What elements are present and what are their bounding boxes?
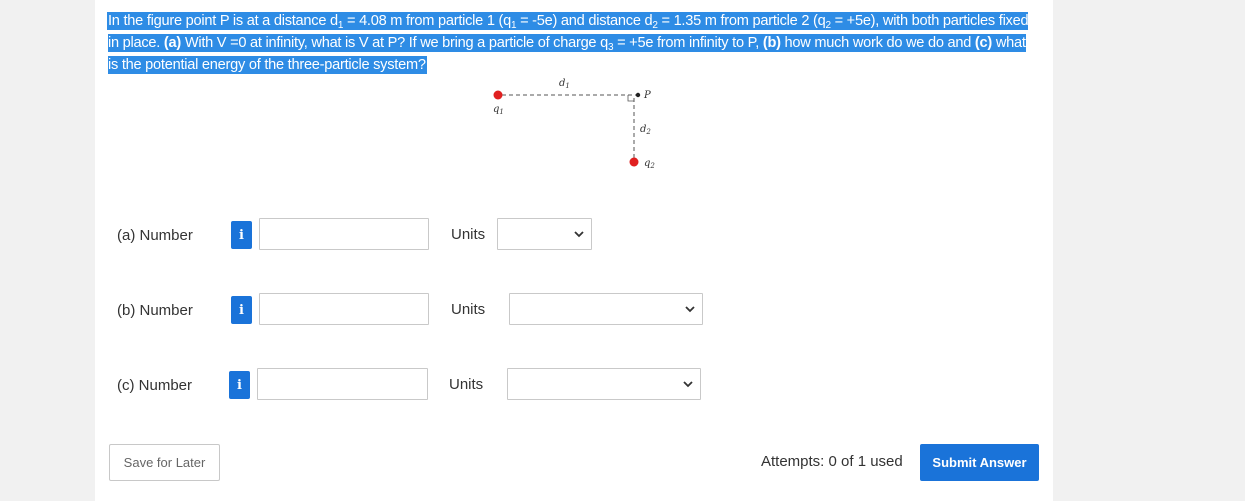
question-subscript: 1 bbox=[337, 20, 344, 31]
part-c-units-select[interactable] bbox=[507, 368, 701, 400]
question-subscript: 3 bbox=[607, 42, 614, 53]
part-b-number-input[interactable] bbox=[259, 293, 429, 325]
part-c-units-label: Units bbox=[449, 376, 484, 393]
question-segment: = 4.08 m from particle 1 (q bbox=[343, 13, 511, 29]
d2-label: d2 bbox=[640, 124, 651, 136]
chevron-down-icon bbox=[574, 231, 584, 238]
question-segment: In the figure point P is at a distance d bbox=[108, 13, 338, 29]
d1-label: d1 bbox=[559, 78, 570, 90]
part-a-number-input[interactable] bbox=[259, 218, 429, 250]
submit-answer-button[interactable]: Submit Answer bbox=[920, 444, 1039, 481]
question-text: In the figure point P is at a distance d… bbox=[108, 11, 1033, 76]
point-p bbox=[635, 92, 641, 98]
p-label: P bbox=[643, 90, 651, 101]
chevron-down-icon bbox=[683, 381, 693, 388]
question-segment: = +5e from infinity to P, bbox=[613, 35, 763, 51]
attempts-counter: Attempts: 0 of 1 used bbox=[761, 453, 903, 470]
physics-figure: d1 P q1 d2 q2 bbox=[493, 78, 655, 170]
question-subscript: 2 bbox=[652, 20, 658, 31]
part-b-label: (b) Number bbox=[117, 302, 193, 319]
part-c-number-input[interactable] bbox=[257, 368, 428, 400]
q1-label: q1 bbox=[493, 104, 504, 116]
question-segment: = 1.35 m from particle 2 (q bbox=[657, 13, 826, 29]
question-segment: = -5e) and distance d bbox=[516, 13, 653, 29]
question-segment: With V =0 at infinity, what is V at P? I… bbox=[181, 35, 608, 51]
question-segment: (c) bbox=[974, 35, 993, 51]
part-b-units-select[interactable] bbox=[509, 293, 703, 325]
question-segment: (b) bbox=[762, 35, 781, 51]
part-a-label: (a) Number bbox=[117, 227, 193, 244]
info-icon[interactable]: i bbox=[231, 296, 252, 324]
part-c-label: (c) Number bbox=[117, 377, 193, 394]
question-subscript: 1 bbox=[510, 20, 517, 31]
question-subscript: 2 bbox=[825, 20, 831, 31]
particle-2 bbox=[629, 157, 639, 167]
part-a-units-select[interactable] bbox=[497, 218, 592, 250]
part-b-units-label: Units bbox=[451, 301, 486, 318]
info-icon[interactable]: i bbox=[229, 371, 250, 399]
info-icon[interactable]: i bbox=[231, 221, 252, 249]
chevron-down-icon bbox=[685, 306, 695, 313]
question-segment: (a) bbox=[163, 35, 182, 51]
save-for-later-button[interactable]: Save for Later bbox=[109, 444, 220, 481]
particle-1 bbox=[493, 90, 503, 100]
part-a-units-label: Units bbox=[451, 226, 486, 243]
q2-label: q2 bbox=[644, 158, 655, 170]
question-segment: how much work do we do and bbox=[780, 35, 975, 51]
right-angle-mark bbox=[627, 95, 634, 102]
